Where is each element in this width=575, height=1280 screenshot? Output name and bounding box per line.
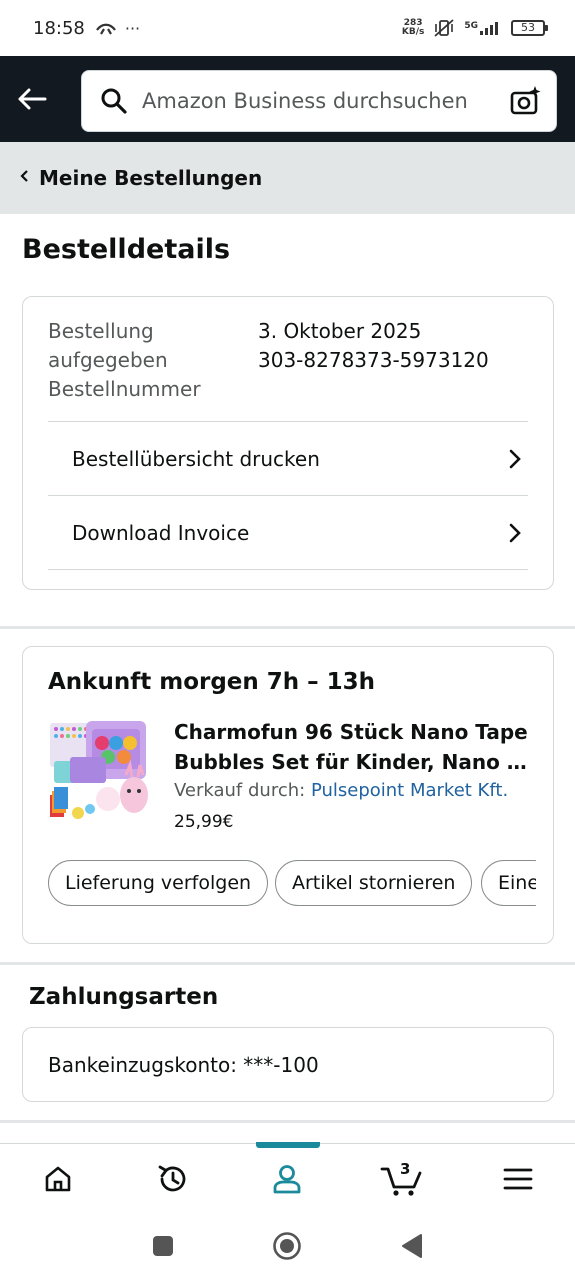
order-number-label: Bestellnummer (48, 377, 201, 401)
cancel-item-button[interactable]: Artikel stornieren (275, 860, 473, 906)
product-price: 25,99€ (174, 812, 234, 832)
status-right: 283 KB/s 5G 53 (402, 18, 548, 38)
section-divider (0, 962, 575, 965)
seller-prefix: Verkauf durch: (174, 780, 311, 801)
system-navigation (0, 1211, 575, 1280)
more-action-button[interactable]: Eine (481, 860, 536, 906)
mute-vibrate-icon (434, 19, 454, 37)
search-icon (101, 88, 127, 114)
order-number: 303-8278373-5973120 (258, 348, 489, 372)
signal-bars-icon (480, 22, 498, 35)
section-divider (0, 1120, 575, 1123)
camera-search-button[interactable] (510, 85, 542, 117)
order-summary-card: Bestellung aufgegeben Bestellnummer 3. O… (22, 296, 554, 590)
status-time: 18:58 (33, 17, 85, 39)
net-speed-unit: KB/s (401, 27, 425, 37)
menu-icon (503, 1168, 533, 1190)
payment-section-title: Zahlungsarten (29, 984, 219, 1010)
status-more: ··· (124, 18, 141, 38)
order-placed-label-2: aufgegeben (48, 348, 168, 372)
nav-menu[interactable] (488, 1154, 548, 1204)
order-placed-date: 3. Oktober 2025 (258, 319, 422, 343)
chevron-left-icon (20, 170, 29, 186)
chevron-right-icon (506, 521, 524, 545)
seller-info: Verkauf durch: Pulsepoint Market Kft. (174, 780, 508, 801)
system-home-button[interactable] (272, 1231, 302, 1261)
search-input[interactable]: Amazon Business durchsuchen (81, 70, 557, 132)
nav-account[interactable] (257, 1154, 317, 1204)
delivery-estimate: Ankunft morgen 7h – 13h (48, 669, 376, 695)
page-title: Bestelldetails (22, 234, 231, 265)
search-placeholder: Amazon Business durchsuchen (142, 89, 468, 113)
nav-cart[interactable]: 3 (372, 1154, 432, 1204)
product-title-line-1: Charmofun 96 Stück Nano Tape (174, 720, 528, 744)
cart-count-badge: 3 (400, 1160, 411, 1178)
chevron-right-icon (506, 447, 524, 471)
square-icon (153, 1236, 173, 1256)
app-header: Amazon Business durchsuchen (0, 56, 575, 142)
recent-apps-button[interactable] (148, 1231, 178, 1261)
battery-indicator: 53 (511, 20, 548, 36)
order-placed-label-1: Bestellung (48, 319, 154, 343)
payment-method-card: Bankeinzugskonto: ***-100 (22, 1027, 554, 1102)
account-icon (273, 1165, 301, 1194)
orders-refresh-icon (158, 1165, 186, 1192)
status-bar: 18:58 ··· 283 KB/s 5G 53 (0, 0, 575, 56)
nav-buy-again[interactable] (143, 1154, 203, 1204)
network-type: 5G (464, 21, 478, 31)
battery-level: 53 (521, 21, 535, 34)
back-button[interactable] (0, 56, 64, 142)
system-back-button[interactable] (397, 1231, 427, 1261)
shipment-card: Ankunft morgen 7h – 13h Charmofun 96 Stü… (22, 646, 554, 944)
breadcrumb-label: Meine Bestellungen (39, 166, 263, 190)
payment-method: Bankeinzugskonto: ***-100 (48, 1052, 319, 1077)
signal-indicator: 5G (464, 21, 502, 35)
print-order-summary-label: Bestellübersicht drucken (72, 446, 320, 471)
seller-link[interactable]: Pulsepoint Market Kft. (311, 780, 508, 801)
row-divider (48, 569, 528, 570)
shipment-actions: Lieferung verfolgen Artikel stornieren E… (48, 860, 536, 908)
download-invoice-label: Download Invoice (72, 520, 250, 545)
breadcrumb[interactable]: Meine Bestellungen (0, 142, 575, 214)
track-package-button[interactable]: Lieferung verfolgen (48, 860, 269, 906)
bottom-navigation: 3 (0, 1142, 575, 1211)
order-meta: Bestellung aufgegeben Bestellnummer 3. O… (48, 317, 528, 403)
triangle-back-icon (402, 1234, 422, 1258)
back-arrow-icon (18, 88, 47, 110)
camera-sparkle-icon (510, 86, 541, 115)
print-order-summary-row[interactable]: Bestellübersicht drucken (48, 421, 528, 495)
status-left-icons: ··· (95, 19, 140, 38)
product-image[interactable] (46, 717, 150, 823)
section-divider (0, 626, 575, 629)
order-meta-labels: Bestellung aufgegeben Bestellnummer (48, 317, 248, 404)
net-speed: 283 KB/s (402, 19, 424, 37)
product-title-line-2: Bubbles Set für Kinder, Nano T... (174, 750, 534, 774)
download-invoice-row[interactable]: Download Invoice (48, 495, 528, 569)
nav-home[interactable] (28, 1154, 88, 1204)
circle-icon (273, 1232, 301, 1260)
order-meta-values: 3. Oktober 2025 303-8278373-5973120 (258, 317, 538, 375)
active-tab-indicator (256, 1142, 320, 1148)
home-icon (45, 1166, 71, 1192)
missed-call-icon (95, 23, 116, 35)
product-title[interactable]: Charmofun 96 Stück Nano Tape Bubbles Set… (174, 717, 534, 777)
